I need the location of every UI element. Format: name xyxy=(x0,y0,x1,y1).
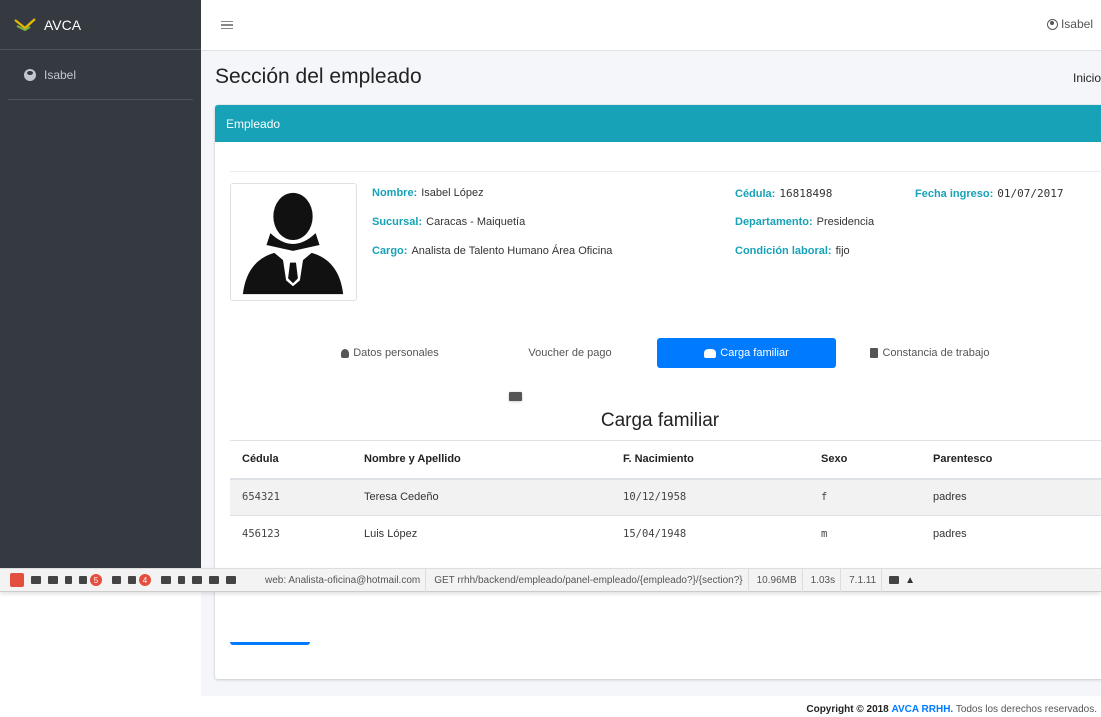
user-circle-icon xyxy=(24,68,36,81)
debugbar-time: 1.03s xyxy=(810,574,836,586)
timeline-icon[interactable] xyxy=(48,576,58,584)
brand-name: AVCA xyxy=(44,16,82,33)
tab-datos-personales[interactable]: Datos personales xyxy=(320,338,460,368)
id-card-icon xyxy=(509,392,522,401)
field-cargo: Cargo: Analista de Talento Humano Área Of… xyxy=(372,245,613,257)
navbar-user-menu[interactable]: Isabel xyxy=(1046,17,1093,31)
cell-parentesco: padres xyxy=(921,478,1101,516)
divider xyxy=(230,171,1101,172)
menu-toggle-icon[interactable] xyxy=(221,20,233,30)
field-condicion: Condición laboral: fijo xyxy=(735,245,850,257)
route-icon[interactable] xyxy=(112,576,121,584)
file-icon xyxy=(870,348,879,358)
tab-voucher-de-pago[interactable]: Voucher de pago xyxy=(495,338,645,401)
brand-link[interactable]: AVCA xyxy=(0,0,201,50)
field-cedula: Cédula: 16818498 xyxy=(735,187,833,200)
footer: Copyright © 2018 AVCA RRHH. Todos los de… xyxy=(806,704,1097,715)
footer-copyright: Copyright © 2018 xyxy=(806,704,889,715)
cargo-value: Analista de Talento Humano Área Oficina xyxy=(411,245,613,257)
divider xyxy=(881,568,883,592)
users-icon xyxy=(704,348,717,358)
debugbar-php-version: 7.1.11 xyxy=(849,574,877,586)
field-nombre: Nombre: Isabel López xyxy=(372,187,484,199)
messages-icon[interactable] xyxy=(31,576,41,584)
cell-nacimiento: 10/12/1958 xyxy=(611,478,809,516)
tab-label: Carga familiar xyxy=(720,347,789,359)
user-icon xyxy=(341,348,350,358)
nombre-value: Isabel López xyxy=(421,187,484,199)
views-count-badge: 5 xyxy=(90,574,102,586)
content-area: Sección del empleado Inicio Empleado Nom… xyxy=(201,51,1101,696)
footer-link[interactable]: AVCA RRHH. xyxy=(892,704,954,715)
employee-photo xyxy=(230,183,357,301)
cell-nacimiento: 15/04/1948 xyxy=(611,515,809,553)
sidebar-user[interactable]: Isabel xyxy=(8,50,193,100)
table-row: 456123 Luis López 15/04/1948 m padres xyxy=(230,515,1101,553)
views-icon[interactable] xyxy=(79,576,87,584)
folder-icon[interactable] xyxy=(889,576,900,584)
debugbar-user[interactable]: web: Analista-oficina@hotmail.com xyxy=(265,575,420,586)
divider xyxy=(840,568,842,592)
debugbar-memory: 10.96MB xyxy=(756,574,797,586)
cell-cedula: 654321 xyxy=(230,478,352,516)
partially-hidden-button[interactable] xyxy=(230,617,310,645)
cell-sexo: m xyxy=(809,515,921,553)
field-fecha-ingreso: Fecha ingreso: 01/07/2017 xyxy=(915,187,1064,200)
table-header-row: Cédula Nombre y Apellido F. Nacimiento S… xyxy=(230,440,1101,480)
exceptions-icon[interactable] xyxy=(65,576,72,584)
lock-icon[interactable] xyxy=(178,576,185,584)
fecha-ingreso-value: 01/07/2017 xyxy=(997,187,1064,200)
cell-cedula: 456123 xyxy=(230,515,352,553)
debug-toolbar: 5 4 web: Analista-oficina@hotmail.com GE… xyxy=(0,568,1101,592)
chevron-up-icon[interactable]: ▲ xyxy=(905,575,915,586)
family-table: Cédula Nombre y Apellido F. Nacimiento S… xyxy=(230,440,1101,553)
card-header: Empleado xyxy=(215,105,1101,142)
cell-parentesco: padres xyxy=(921,515,1101,553)
breadcrumb-home[interactable]: Inicio xyxy=(1073,71,1101,85)
user-circle-icon xyxy=(1046,18,1058,30)
tab-label: Voucher de pago xyxy=(528,347,612,359)
column-header: Parentesco xyxy=(921,440,1101,480)
navbar-user-name: Isabel xyxy=(1060,17,1093,31)
column-header: Cédula xyxy=(230,440,352,480)
tab-label: Constancia de trabajo xyxy=(882,347,990,359)
column-header: Sexo xyxy=(809,440,921,480)
field-departamento: Departamento: Presidencia xyxy=(735,216,875,228)
mail-icon[interactable] xyxy=(161,576,171,584)
debugbar-route[interactable]: GET rrhh/backend/empleado/panel-empleado… xyxy=(434,575,742,586)
divider xyxy=(425,568,427,592)
cell-nombre: Luis López xyxy=(352,515,611,553)
employee-card: Empleado Nombre: Isabel López Sucursal: Ca… xyxy=(215,105,1101,679)
request-icon[interactable] xyxy=(209,576,219,584)
section-title: Carga familiar xyxy=(600,410,720,431)
session-icon[interactable] xyxy=(192,576,202,584)
sucursal-value: Caracas - Maiquetía xyxy=(426,216,526,228)
avatar-silhouette-icon xyxy=(242,192,344,295)
sidebar-user-name: Isabel xyxy=(44,67,77,82)
field-sucursal: Sucursal: Caracas - Maiquetía xyxy=(372,216,526,228)
table-row: 654321 Teresa Cedeño 10/12/1958 f padres xyxy=(230,478,1101,516)
departamento-value: Presidencia xyxy=(816,216,875,228)
top-navbar: Isabel xyxy=(201,0,1101,51)
cedula-value: 16818498 xyxy=(779,187,833,200)
divider xyxy=(801,568,803,592)
footer-rights: Todos los derechos reservados. xyxy=(955,704,1097,715)
divider xyxy=(747,568,749,592)
cell-sexo: f xyxy=(809,478,921,516)
column-header: Nombre y Apellido xyxy=(352,440,611,480)
sidebar: AVCA Isabel xyxy=(0,0,201,590)
condicion-value: fijo xyxy=(835,245,850,257)
brand-logo-icon xyxy=(14,17,36,31)
tab-constancia-de-trabajo[interactable]: Constancia de trabajo xyxy=(850,338,1010,368)
database-icon[interactable] xyxy=(128,576,136,584)
queries-count-badge: 4 xyxy=(139,574,151,586)
cell-nombre: Teresa Cedeño xyxy=(352,478,611,516)
tab-carga-familiar[interactable]: Carga familiar xyxy=(657,338,836,368)
debugbar-logo-icon[interactable] xyxy=(10,573,24,587)
column-header: F. Nacimiento xyxy=(611,440,809,480)
tab-label: Datos personales xyxy=(353,347,439,359)
page-title: Sección del empleado xyxy=(215,65,422,88)
tag-icon[interactable] xyxy=(226,576,236,584)
